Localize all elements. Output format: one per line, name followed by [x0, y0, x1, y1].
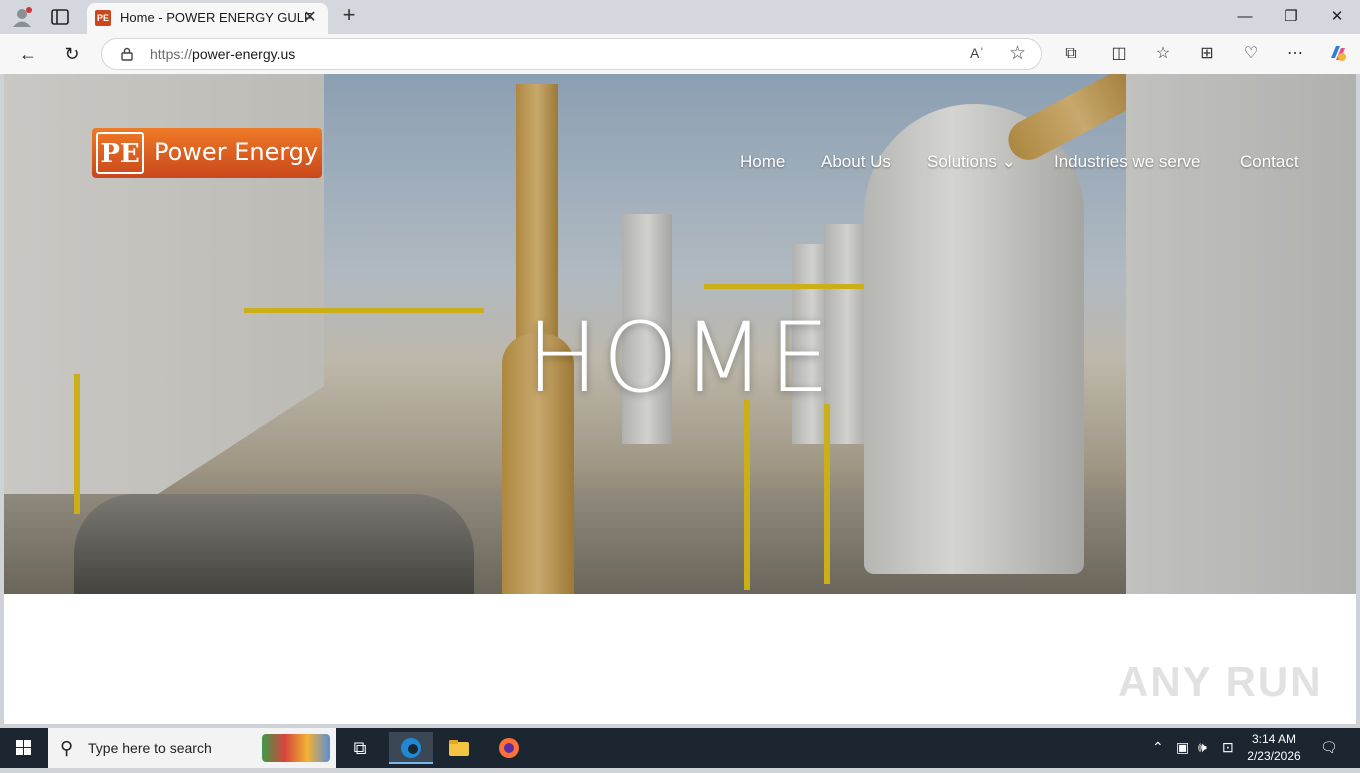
collections-icon[interactable]: ⊞	[1195, 42, 1219, 66]
close-window-button[interactable]: ✕	[1322, 6, 1352, 28]
taskbar-search-box[interactable]: ⚲ Type here to search	[48, 728, 336, 768]
hero-title: HOME	[526, 302, 834, 414]
profile-icon[interactable]	[10, 6, 34, 28]
file-explorer-icon[interactable]	[437, 732, 481, 764]
clock-time: 3:14 AM	[1251, 732, 1297, 746]
nav-about-us[interactable]: About Us	[821, 152, 891, 172]
firefox-icon[interactable]	[487, 732, 531, 764]
browser-essentials-icon[interactable]: ♡	[1239, 42, 1263, 66]
logo-mark: PE	[96, 132, 144, 174]
watermark-logo: ANY RUN	[1118, 658, 1323, 705]
chevron-down-icon: ⌄	[1001, 152, 1016, 171]
split-screen-icon[interactable]: ◫	[1107, 42, 1131, 66]
task-view-icon[interactable]: ⧉	[338, 732, 382, 764]
search-placeholder: Type here to search	[88, 740, 212, 756]
logo-text: Power Energy	[154, 138, 319, 166]
notification-icon[interactable]: 🗨	[1320, 739, 1338, 756]
search-icon: ⚲	[60, 738, 74, 758]
tab-close-icon[interactable]: ✕	[301, 9, 319, 27]
lock-icon[interactable]	[120, 47, 134, 61]
windows-taskbar: ⚲ Type here to search ⧉ ⌃ ▣ 🕪 ⊡ 3:14 AM …	[0, 728, 1360, 768]
favorites-icon[interactable]: ☆	[1151, 42, 1175, 66]
nav-solutions[interactable]: Solutions ⌄	[927, 152, 1016, 172]
search-highlight-icon	[262, 734, 330, 762]
site-favicon-icon: PE	[95, 10, 111, 26]
back-arrow-icon[interactable]: ←	[17, 43, 39, 65]
more-menu-icon[interactable]: ⋯	[1283, 42, 1307, 66]
refresh-icon[interactable]: ↻	[61, 43, 83, 65]
extensions-icon[interactable]: ⧉	[1059, 42, 1083, 66]
address-bar[interactable]: https://power-energy.us Aʾ ☆	[101, 38, 1042, 70]
web-page-viewport: PE Power Energy Home About Us Solutions …	[4, 74, 1356, 724]
site-logo[interactable]: PE Power Energy	[92, 128, 322, 178]
browser-tab-active[interactable]: PE Home - POWER ENERGY GULF ✕	[87, 3, 328, 34]
start-button[interactable]	[0, 728, 48, 768]
tray-chevron-icon[interactable]: ⌃	[1152, 739, 1164, 756]
nav-industries[interactable]: Industries we serve	[1054, 152, 1200, 172]
read-aloud-icon[interactable]: Aʾ	[970, 45, 984, 61]
taskbar-clock[interactable]: 3:14 AM 2/23/2026	[1240, 731, 1308, 765]
restore-button[interactable]: ❐	[1276, 6, 1306, 28]
favorite-star-icon[interactable]: ☆	[1009, 42, 1026, 65]
new-tab-button[interactable]: +	[338, 4, 360, 27]
nav-contact[interactable]: Contact	[1240, 152, 1299, 172]
copilot-icon[interactable]	[1326, 42, 1350, 66]
tray-device-icon[interactable]: ▣	[1176, 739, 1189, 756]
browser-tab-strip: PE Home - POWER ENERGY GULF ✕ + — ❐ ✕	[0, 0, 1360, 34]
volume-icon[interactable]: 🕪	[1198, 739, 1207, 756]
url-text[interactable]: https://power-energy.us	[150, 46, 295, 62]
nav-solutions-label: Solutions	[927, 152, 997, 171]
minimize-button[interactable]: —	[1230, 6, 1260, 28]
tab-actions-icon[interactable]	[50, 7, 70, 27]
hero-section: PE Power Energy Home About Us Solutions …	[4, 74, 1356, 594]
browser-toolbar: ← ↻ https://power-energy.us Aʾ ☆ ⧉ ◫ ☆ ⊞…	[0, 34, 1360, 74]
network-icon[interactable]: ⊡	[1222, 739, 1234, 756]
nav-home[interactable]: Home	[740, 152, 785, 172]
tab-title: Home - POWER ENERGY GULF	[120, 10, 312, 25]
edge-taskbar-icon[interactable]	[389, 732, 433, 764]
clock-date: 2/23/2026	[1247, 749, 1301, 763]
